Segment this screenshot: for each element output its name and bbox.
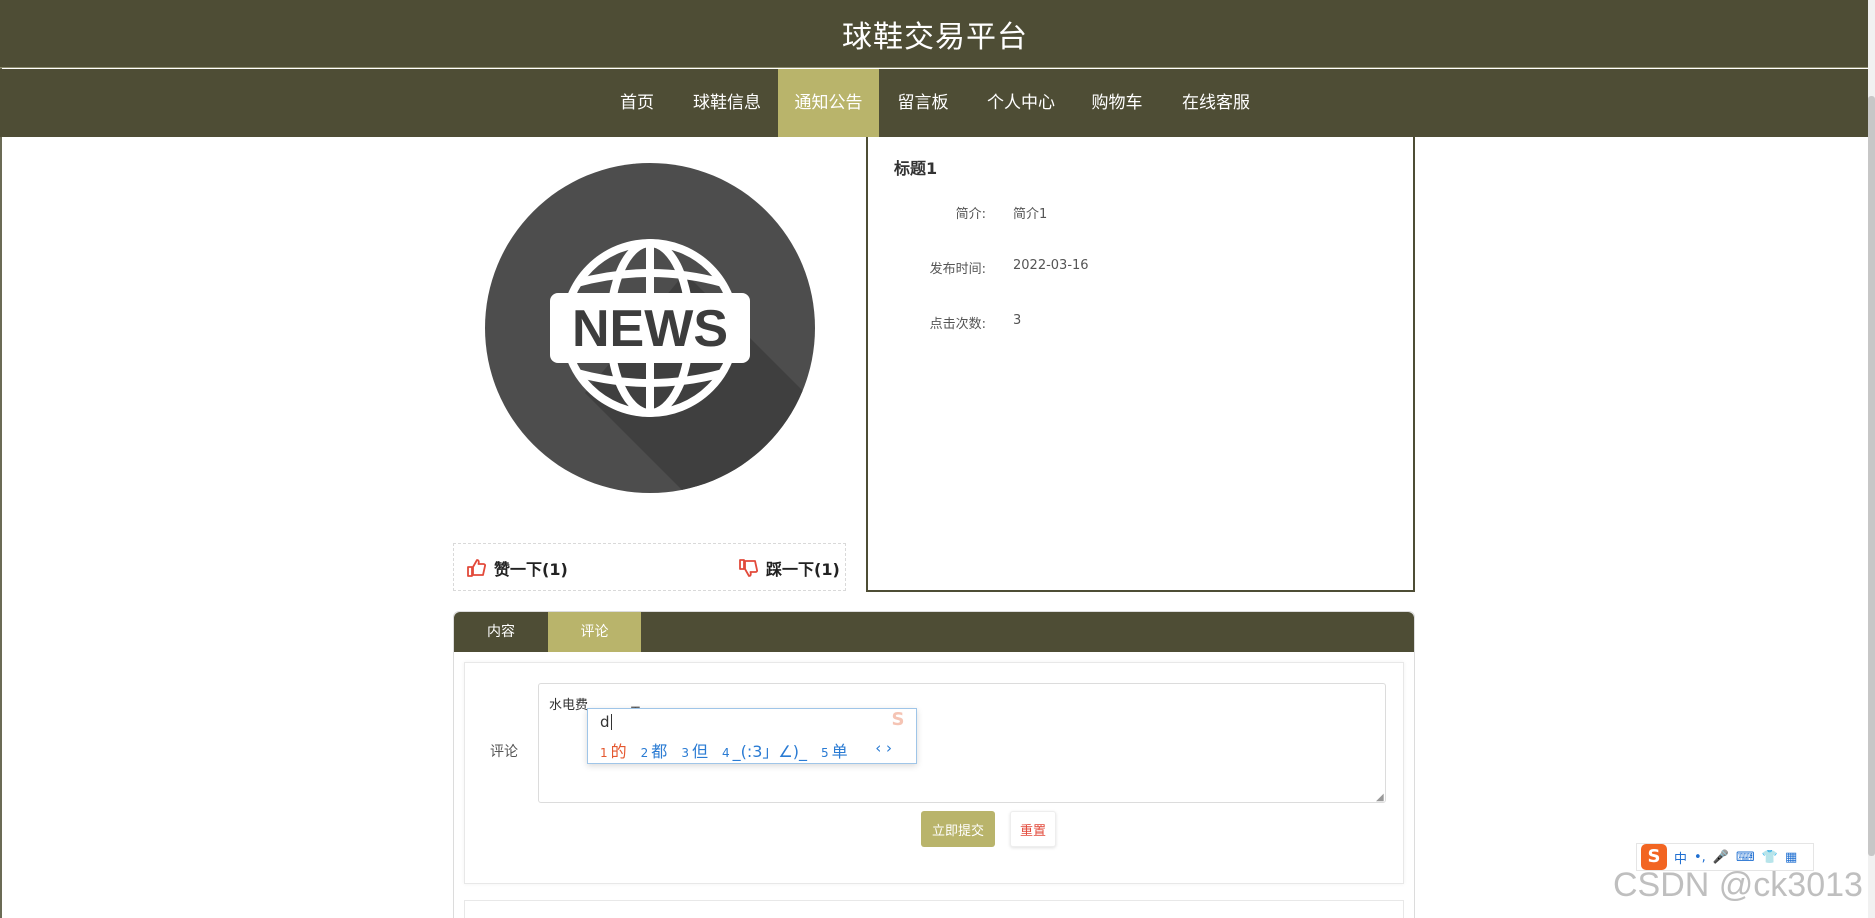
ime-candidate-list: 1的 2都 3但 4 _(:3」∠)_ 5单 [600,738,848,762]
ime-candidate[interactable]: 5单 [821,738,848,762]
summary-label: 简介: [955,207,986,222]
scrollbar-thumb[interactable] [1868,96,1875,856]
ime-candidate[interactable]: 2都 [641,738,668,762]
ime-mode-toggle[interactable]: 中 [1674,848,1687,867]
thumbs-up-icon [467,559,486,577]
reset-button[interactable]: 重置 [1010,811,1056,847]
thumbs-down-icon [739,559,758,577]
tab-content[interactable]: 内容 [454,612,548,652]
click-count-value: 3 [1013,313,1022,328]
comment-label: 评论 [490,744,518,760]
vote-box: 赞一下(1) 踩一下(1) [453,543,846,591]
nav-item-personal-center[interactable]: 个人中心 [980,69,1062,137]
summary-value: 简介1 [1013,207,1048,222]
tab-comments[interactable]: 评论 [548,612,641,652]
notice-detail-card: 标题1 简介: 简介1 发布时间: 2022-03-16 点击次数: 3 [866,137,1415,592]
apps-grid-icon[interactable]: ▦ [1785,850,1797,865]
comment-list-card [464,900,1404,918]
tab-panel: 内容 评论 评论 水电费 ◢ 立即提交 重置 [453,611,1415,918]
publish-time-value: 2022-03-16 [1013,258,1089,273]
nav-item-home[interactable]: 首页 [602,69,672,137]
nav-item-cart[interactable]: 购物车 [1083,69,1151,137]
site-header: 球鞋交易平台 [0,0,1870,68]
site-title: 球鞋交易平台 [842,19,1028,55]
news-text: NEWS [572,300,728,358]
comment-form: 评论 水电费 ◢ 立即提交 重置 [464,662,1404,884]
ime-candidate[interactable]: 4 _(:3」∠)_ [722,738,807,762]
nav-item-sneakers[interactable]: 球鞋信息 [684,69,770,137]
ime-input-text: d [600,713,610,731]
publish-time-label: 发布时间: [929,262,986,277]
click-count-label: 点击次数: [929,317,986,332]
submit-button[interactable]: 立即提交 [921,811,995,847]
watermark: CSDN @ck3013 [1613,866,1863,904]
ime-page-arrows[interactable]: ‹ › [875,739,892,757]
dislike-label: 踩一下(1) [766,560,840,579]
news-image: NEWS [485,163,815,493]
globe-news-icon: NEWS [485,163,815,493]
sogou-faint-logo-icon: S [891,709,905,730]
like-button[interactable]: 赞一下(1) [466,556,568,580]
nav-item-customer-service[interactable]: 在线客服 [1175,69,1257,137]
ime-candidate[interactable]: 1的 [600,738,627,762]
nav-item-message-board[interactable]: 留言板 [886,69,960,137]
punctuation-icon[interactable]: •, [1694,850,1706,865]
ime-candidate-popup: d S 1的 2都 3但 4 _(:3」∠)_ 5单 ‹ › [587,708,917,764]
tab-strip: 内容 评论 [454,612,1414,652]
dislike-button[interactable]: 踩一下(1) [738,556,840,580]
keyboard-icon[interactable]: ⌨ [1736,850,1755,865]
skin-icon[interactable]: 👕 [1762,850,1778,865]
ime-candidate[interactable]: 3但 [681,738,708,762]
like-label: 赞一下(1) [494,560,568,579]
main-nav: 首页 球鞋信息 通知公告 留言板 个人中心 购物车 在线客服 [0,69,1870,137]
nav-item-notices[interactable]: 通知公告 [778,69,879,137]
resize-grip-icon[interactable]: ◢ [1376,793,1386,803]
notice-title: 标题1 [894,159,938,178]
microphone-icon[interactable]: 🎤 [1713,850,1729,865]
